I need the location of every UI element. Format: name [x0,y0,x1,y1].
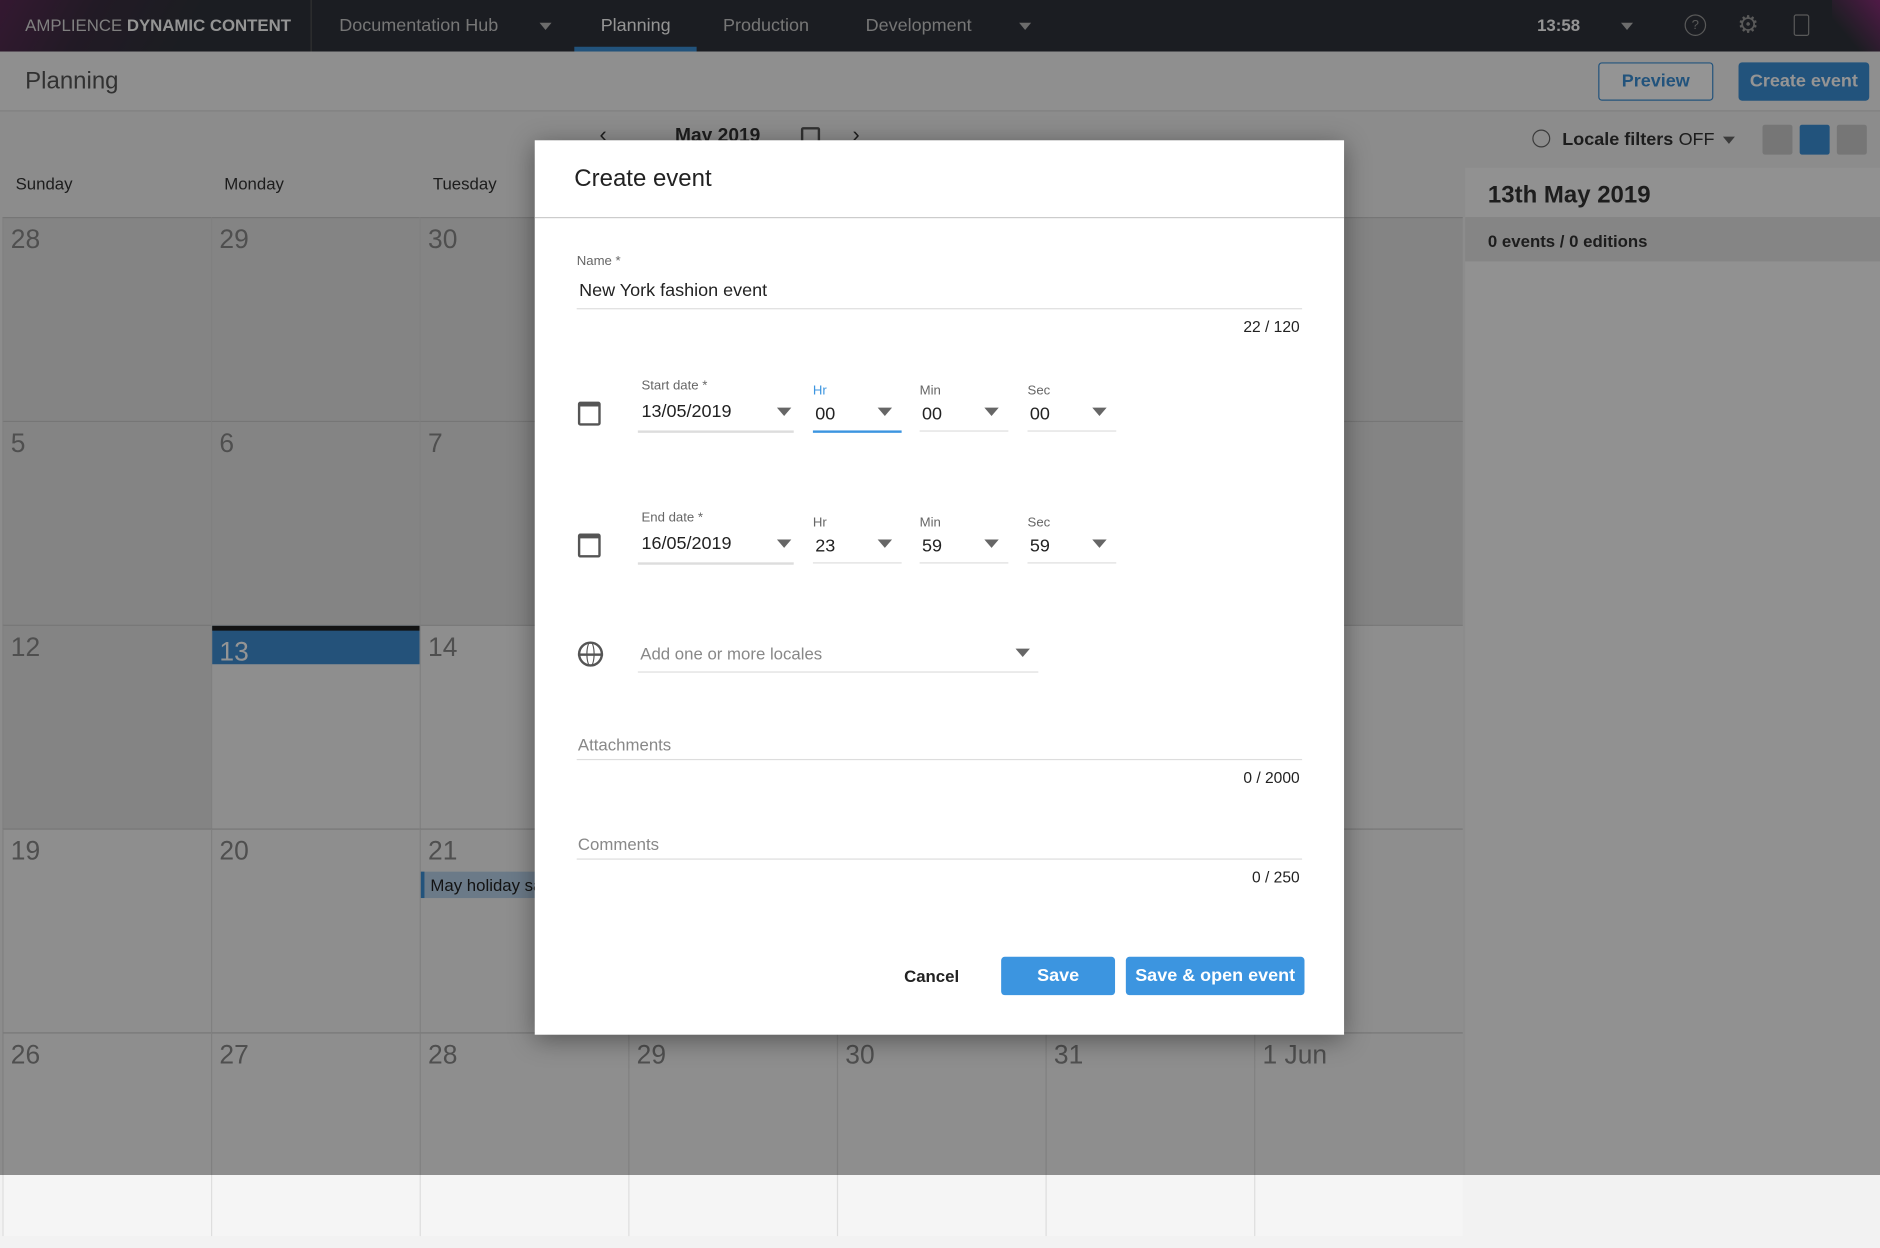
start-min-caret-icon[interactable] [984,407,999,417]
end-date-underline [637,562,794,565]
start-sec-caret-icon[interactable] [1092,407,1107,417]
globe-icon [577,641,604,667]
start-sec-underline [1027,430,1117,432]
end-sec-underline [1027,562,1117,564]
end-sec-label: Sec [1027,515,1051,530]
end-hr-underline [812,562,902,564]
start-sec-select[interactable]: 00 [1030,404,1050,424]
end-hr-select[interactable]: 23 [815,536,835,556]
start-hr-underline [812,430,902,433]
comments-input[interactable]: Comments [578,834,659,853]
create-event-dialog: Create event Name * New York fashion eve… [534,140,1345,1035]
dialog-title: Create event [574,165,712,192]
name-label: Name * [576,254,621,269]
end-date-caret-icon[interactable] [776,539,792,548]
cancel-button[interactable]: Cancel [882,957,980,995]
start-min-underline [919,430,1009,432]
end-sec-caret-icon[interactable] [1092,539,1107,548]
end-min-label: Min [919,515,941,530]
end-min-caret-icon[interactable] [984,539,999,548]
save-open-button[interactable]: Save & open event [1125,956,1305,996]
end-min-underline [919,562,1009,564]
end-date-label: End date * [641,510,704,526]
start-min-label: Min [919,383,941,399]
name-counter: 22 / 120 [1243,317,1300,336]
start-date-label: Start date * [641,378,708,394]
end-hr-label: Hr [812,515,827,530]
name-input[interactable]: New York fashion event [579,281,767,301]
attachments-counter: 0 / 2000 [1243,768,1300,787]
end-date-input[interactable]: 16/05/2019 [641,534,731,554]
start-date-underline [637,430,794,433]
start-date-caret-icon[interactable] [776,407,792,417]
comments-counter: 0 / 250 [1252,868,1300,887]
locales-select[interactable]: Add one or more locales [640,644,822,663]
calendar-icon [577,533,601,558]
start-hr-caret-icon[interactable] [877,407,893,417]
start-sec-label: Sec [1027,383,1051,399]
start-min-select[interactable]: 00 [922,404,942,424]
end-min-select[interactable]: 59 [922,536,942,556]
calendar-icon [577,401,601,426]
save-button[interactable]: Save [1001,956,1116,996]
locales-caret-icon[interactable] [1015,648,1030,658]
attachments-input[interactable]: Attachments [578,735,671,754]
start-date-input[interactable]: 13/05/2019 [641,402,731,422]
start-hr-select[interactable]: 00 [815,404,835,424]
start-hr-label: Hr [812,383,827,399]
end-hr-caret-icon[interactable] [877,539,893,548]
end-sec-select[interactable]: 59 [1030,536,1050,556]
